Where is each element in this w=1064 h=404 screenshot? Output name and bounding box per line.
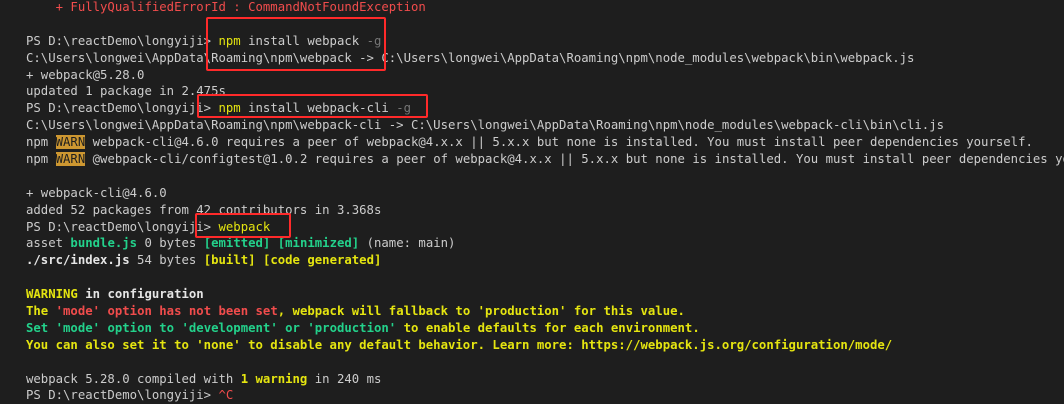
terminal-text: option to bbox=[100, 320, 182, 335]
terminal-text: webpack bbox=[218, 219, 271, 234]
terminal-text: WARN bbox=[55, 135, 86, 150]
terminal-text: PS D:\reactDemo\longyiji> bbox=[26, 101, 219, 116]
terminal-line: + FullyQualifiedErrorId : CommandNotFoun… bbox=[26, 0, 1064, 16]
terminal-text: C:\Users\longwei\AppData\Roaming\npm\web… bbox=[26, 50, 915, 65]
terminal-line: ./src/index.js 54 bytes [built] [code ge… bbox=[26, 252, 1064, 269]
terminal-text: + webpack-cli@4.6.0 bbox=[26, 185, 167, 200]
terminal-text: 0 bytes bbox=[137, 236, 204, 251]
terminal-line: C:\Users\longwei\AppData\Roaming\npm\web… bbox=[26, 50, 1064, 67]
terminal-output[interactable]: + FullyQualifiedErrorId : CommandNotFoun… bbox=[0, 0, 1064, 403]
terminal-text: [built] bbox=[203, 253, 256, 268]
terminal-text: to enable defaults for each environment. bbox=[396, 320, 700, 335]
terminal-text: WARN bbox=[55, 152, 86, 167]
terminal-text: [code generated] bbox=[262, 253, 382, 268]
terminal-text: npm bbox=[26, 135, 56, 150]
terminal-line: PS D:\reactDemo\longyiji> npm install we… bbox=[26, 100, 1064, 117]
terminal-text: npm bbox=[26, 152, 56, 167]
terminal-text: install webpack bbox=[240, 33, 367, 48]
terminal-text: 54 bytes bbox=[129, 253, 204, 268]
terminal-text: 'mode' bbox=[55, 320, 101, 335]
terminal-text: The bbox=[26, 304, 56, 319]
terminal-text: -g bbox=[396, 101, 412, 116]
terminal-text: Set bbox=[26, 320, 56, 335]
terminal-text: C:\Users\longwei\AppData\Roaming\npm\web… bbox=[26, 118, 945, 133]
terminal-text: [minimized] bbox=[277, 236, 360, 251]
terminal-line: + webpack@5.28.0 bbox=[26, 67, 1064, 84]
terminal-text: updated 1 package in 2.475s bbox=[26, 84, 226, 99]
terminal-text: in 240 ms bbox=[307, 371, 382, 386]
terminal-text: ^C bbox=[218, 388, 234, 403]
terminal-text: install webpack-cli bbox=[240, 101, 397, 116]
terminal-text: asset bbox=[26, 236, 71, 251]
terminal-text: + FullyQualifiedErrorId : CommandNotFoun… bbox=[26, 0, 426, 14]
terminal-line: You can also set it to 'none' to disable… bbox=[26, 337, 1064, 354]
terminal-line: webpack 5.28.0 compiled with 1 warning i… bbox=[26, 371, 1064, 388]
terminal-text: PS D:\reactDemo\longyiji> bbox=[26, 33, 219, 48]
terminal-text: npm bbox=[218, 33, 241, 48]
terminal-line: asset bundle.js 0 bytes [emitted] [minim… bbox=[26, 235, 1064, 252]
terminal-text: webpack-cli@4.6.0 requires a peer of web… bbox=[85, 135, 1033, 150]
terminal-text: 1 warning bbox=[240, 371, 308, 386]
terminal-line: PS D:\reactDemo\longyiji> webpack bbox=[26, 219, 1064, 236]
terminal-text: -g bbox=[366, 33, 382, 48]
terminal-line: + webpack-cli@4.6.0 bbox=[26, 185, 1064, 202]
terminal-line: added 52 packages from 42 contributors i… bbox=[26, 202, 1064, 219]
terminal-line: npm WARN webpack-cli@4.6.0 requires a pe… bbox=[26, 134, 1064, 151]
terminal-text: You can also set it to 'none' to disable… bbox=[26, 337, 893, 352]
terminal-text: ./src/index.js bbox=[26, 253, 130, 268]
terminal-line: PS D:\reactDemo\longyiji> npm install we… bbox=[26, 33, 1064, 50]
terminal-text: bundle.js bbox=[70, 236, 138, 251]
terminal-text: 'mode' bbox=[55, 304, 101, 319]
terminal-line: Set 'mode' option to 'development' or 'p… bbox=[26, 320, 1064, 337]
terminal-line: The 'mode' option has not been set, webp… bbox=[26, 303, 1064, 320]
terminal-text: PS D:\reactDemo\longyiji> bbox=[26, 388, 219, 403]
terminal-text: , webpack will fallback to 'production' … bbox=[277, 304, 685, 319]
terminal-text: (name: main) bbox=[359, 236, 456, 251]
terminal-line: C:\Users\longwei\AppData\Roaming\npm\web… bbox=[26, 117, 1064, 134]
terminal-text: 'production' bbox=[307, 320, 397, 335]
terminal-text: npm bbox=[218, 101, 241, 116]
terminal-text: option has not been set bbox=[100, 304, 278, 319]
terminal-text: 'development' bbox=[181, 320, 278, 335]
terminal-text: added 52 packages from 42 contributors i… bbox=[26, 202, 382, 217]
terminal-text: @webpack-cli/configtest@1.0.2 requires a… bbox=[85, 152, 1064, 167]
terminal-text: in configuration bbox=[77, 287, 204, 302]
terminal-text: + webpack@5.28.0 bbox=[26, 67, 145, 82]
terminal-line: WARNING in configuration bbox=[26, 286, 1064, 303]
terminal-text: webpack 5.28.0 compiled with bbox=[26, 371, 241, 386]
terminal-line: updated 1 package in 2.475s bbox=[26, 83, 1064, 100]
terminal-text: [emitted] bbox=[203, 236, 271, 251]
terminal-text: WARNING bbox=[26, 287, 78, 302]
terminal-line: npm WARN @webpack-cli/configtest@1.0.2 r… bbox=[26, 151, 1064, 168]
terminal-line: PS D:\reactDemo\longyiji> ^C bbox=[26, 387, 1064, 403]
terminal-text: or bbox=[277, 320, 308, 335]
terminal-text: PS D:\reactDemo\longyiji> bbox=[26, 219, 219, 234]
